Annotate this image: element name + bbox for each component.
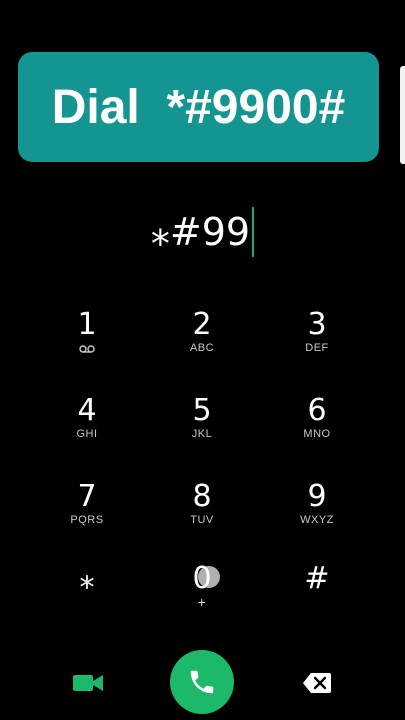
key-digit: 3 [307, 307, 327, 342]
key-letters: TUV [190, 514, 214, 526]
key-hash[interactable]: # [262, 562, 372, 642]
key-digit: # [304, 561, 330, 596]
key-digit: 1 [77, 307, 97, 342]
key-digit: 8 [192, 479, 212, 514]
key-digit: 2 [192, 307, 212, 342]
edge-panel-handle[interactable] [400, 66, 405, 164]
voicemail-icon [79, 345, 95, 353]
key-3[interactable]: 3 DEF [262, 308, 372, 388]
key-1[interactable]: 1 [32, 308, 142, 388]
instruction-banner: Dial *#9900# [18, 52, 379, 162]
key-letters: MNO [303, 428, 331, 440]
key-5[interactable]: 5 JKL [147, 394, 257, 474]
banner-text: Dial *#9900# [51, 80, 346, 134]
text-cursor [252, 207, 255, 257]
key-0[interactable]: 0 + [147, 562, 257, 642]
key-digit: 5 [192, 393, 212, 428]
key-digit: 6 [307, 393, 327, 428]
call-button[interactable] [170, 650, 234, 714]
key-letters: PQRS [70, 514, 104, 526]
video-call-icon[interactable] [72, 672, 104, 694]
phone-icon [190, 670, 214, 694]
key-letters: + [197, 594, 207, 610]
key-digit: 0 [192, 561, 212, 596]
key-letters: GHI [76, 428, 98, 440]
key-digit: 7 [77, 479, 97, 514]
dial-entry-field[interactable]: ⁎#99 [0, 205, 405, 259]
key-9[interactable]: 9 WXYZ [262, 480, 372, 560]
key-digit: 4 [77, 393, 97, 428]
key-letters: WXYZ [300, 514, 334, 526]
key-digit: 9 [307, 479, 327, 514]
key-letters: DEF [305, 342, 329, 354]
key-letters: ABC [189, 342, 215, 354]
key-letters: JKL [191, 428, 213, 440]
backspace-icon[interactable] [302, 672, 332, 694]
dial-entry-text: ⁎#99 [150, 210, 251, 254]
key-8[interactable]: 8 TUV [147, 480, 257, 560]
key-7[interactable]: 7 PQRS [32, 480, 142, 560]
key-2[interactable]: 2 ABC [147, 308, 257, 388]
dialer-screen: Dial *#9900# ⁎#99 1 2 ABC 3 DEF 4 GHI 5 … [0, 0, 405, 720]
key-4[interactable]: 4 GHI [32, 394, 142, 474]
key-digit: ⁎ [79, 561, 95, 596]
dialer-action-bar [0, 650, 405, 716]
key-star[interactable]: ⁎ [32, 562, 142, 642]
key-6[interactable]: 6 MNO [262, 394, 372, 474]
